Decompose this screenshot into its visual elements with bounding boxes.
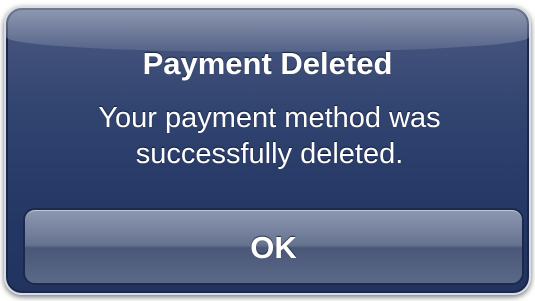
alert-title: Payment Deleted [142,46,393,81]
alert-message: Your payment method was successfully del… [26,100,513,172]
alert-message-line-1: Your payment method was [98,102,441,134]
alert-message-line-2: successfully deleted. [135,138,404,170]
screen: Payment Deleted Your payment method was … [0,0,535,301]
ok-button-label: OK [250,230,297,265]
alert-dialog: Payment Deleted Your payment method was … [4,6,531,295]
ok-button[interactable]: OK [23,208,524,285]
